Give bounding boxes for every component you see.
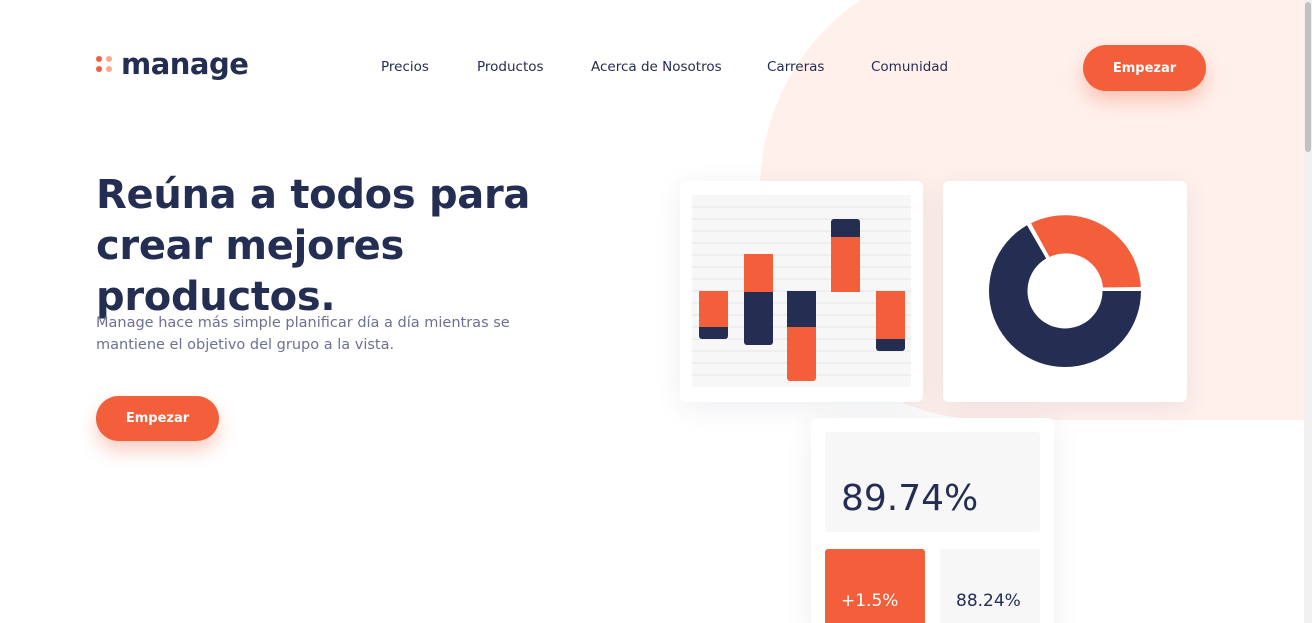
nav-link-comunidad[interactable]: Comunidad [871,59,948,75]
page-scrollbar[interactable] [1304,0,1312,623]
nav-link-productos[interactable]: Productos [477,59,544,75]
bar-shape [744,254,773,292]
donut-chart-illustration [989,215,1141,368]
logo-text: manage [121,47,249,81]
donut-slice-orange [1031,215,1141,288]
bar-shape [876,291,905,339]
hero-description: Manage hace más simple planificar día a … [96,315,510,353]
donut-chart-card [943,181,1187,402]
logo-dots-icon [96,56,112,72]
logo[interactable]: manage [96,47,249,81]
bar-shape [787,291,816,327]
stat-secondary-value: 88.24% [956,591,1021,611]
nav-link-precios[interactable]: Precios [381,59,429,75]
bar-chart-card [680,181,923,402]
stat-change-panel: +1.5% [825,549,925,623]
stat-change-value: +1.5% [841,591,899,611]
stat-secondary-panel: 88.24% [940,549,1040,623]
stats-card: 89.74% +1.5% 88.24% [811,418,1054,623]
bar-shape [831,237,860,292]
nav-link-carreras[interactable]: Carreras [767,59,824,75]
scrollbar-thumb[interactable] [1305,2,1311,152]
stat-main-value: 89.74% [841,478,979,519]
bar-chart-illustration [692,195,911,387]
nav-link-acerca[interactable]: Acerca de Nosotros [591,59,722,75]
hero-title: Reúna a todos para crear mejores product… [96,172,531,320]
bar-shape [699,291,728,327]
header-start-button[interactable]: Empezar [1083,45,1206,91]
stat-main-panel: 89.74% [825,432,1040,532]
hero-start-button[interactable]: Empezar [96,396,219,441]
